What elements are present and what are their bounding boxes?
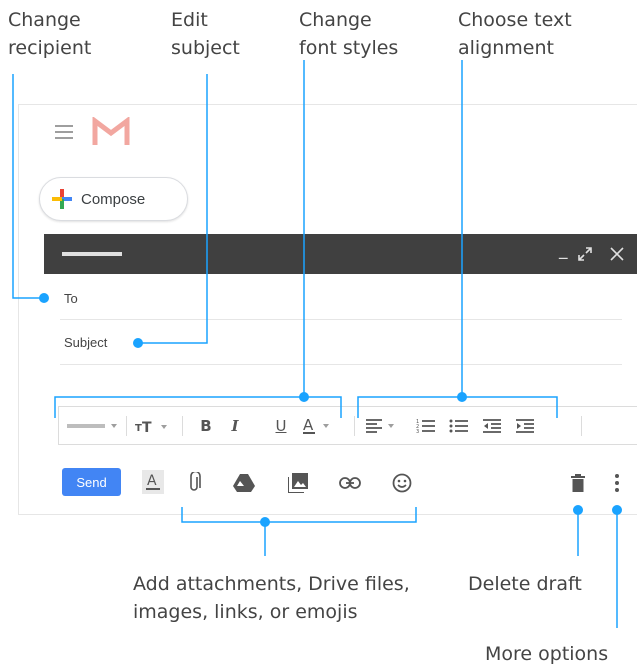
bulleted-list-icon[interactable] bbox=[447, 407, 471, 444]
compose-titlebar[interactable]: _ bbox=[44, 234, 637, 274]
svg-text:A: A bbox=[303, 416, 314, 434]
callout-more-options: More options bbox=[485, 643, 609, 665]
callout-edit-subject: Edit subject bbox=[171, 6, 240, 62]
hamburger-icon[interactable] bbox=[55, 125, 73, 139]
callout-change-recipient: Change recipient bbox=[8, 6, 91, 62]
svg-text:T: T bbox=[142, 420, 152, 434]
callout-font-styles: Change font styles bbox=[299, 6, 398, 62]
compose-title-placeholder bbox=[62, 252, 122, 256]
expand-icon[interactable] bbox=[578, 247, 592, 261]
toolbar-separator bbox=[182, 416, 183, 436]
callout-attachments: Add attachments, Drive files, images, li… bbox=[133, 570, 410, 626]
attach-file-icon[interactable] bbox=[184, 470, 204, 496]
indent-more-icon[interactable] bbox=[513, 407, 537, 444]
callout-text-alignment: Choose text alignment bbox=[458, 6, 572, 62]
bold-icon[interactable]: B bbox=[195, 407, 217, 444]
callout-line: recipient bbox=[8, 37, 92, 59]
more-options-icon[interactable] bbox=[610, 470, 624, 496]
divider bbox=[60, 364, 622, 365]
align-icon[interactable] bbox=[364, 407, 402, 444]
underline-icon[interactable]: U bbox=[270, 407, 292, 444]
formatting-toolbar: TT B I U A 123 bbox=[58, 406, 637, 445]
minimize-icon[interactable]: _ bbox=[559, 240, 568, 260]
delete-icon[interactable] bbox=[568, 470, 588, 496]
subject-field-label[interactable]: Subject bbox=[64, 335, 107, 350]
indent-less-icon[interactable] bbox=[480, 407, 504, 444]
compose-label: Compose bbox=[81, 190, 146, 208]
toolbar-separator bbox=[354, 416, 355, 436]
gmail-logo-icon[interactable] bbox=[92, 117, 130, 147]
compose-plus-icon bbox=[52, 189, 72, 209]
emoji-icon[interactable] bbox=[390, 470, 414, 496]
svg-text:3: 3 bbox=[416, 429, 419, 434]
callout-line: font styles bbox=[299, 37, 399, 59]
callout-line: subject bbox=[171, 37, 240, 59]
send-button[interactable]: Send bbox=[62, 468, 121, 496]
callout-line: Add attachments, Drive files, bbox=[133, 573, 410, 595]
toolbar-separator bbox=[581, 416, 582, 436]
toolbar-separator bbox=[126, 416, 127, 436]
callout-line: Choose text bbox=[458, 9, 572, 31]
divider bbox=[60, 319, 622, 320]
callout-line: Change bbox=[299, 9, 372, 31]
italic-icon[interactable]: I bbox=[224, 407, 246, 444]
insert-link-icon[interactable] bbox=[337, 472, 363, 494]
callout-line: Edit bbox=[171, 9, 208, 31]
svg-text:T: T bbox=[135, 423, 142, 434]
compose-button[interactable]: Compose bbox=[39, 177, 188, 221]
formatting-options-icon[interactable]: A bbox=[140, 468, 166, 496]
drive-icon[interactable] bbox=[231, 472, 257, 494]
to-field-label[interactable]: To bbox=[64, 291, 78, 306]
text-size-icon[interactable]: TT bbox=[133, 407, 173, 444]
close-icon[interactable] bbox=[610, 247, 624, 261]
svg-text:A: A bbox=[147, 473, 157, 489]
callout-line: images, links, or emojis bbox=[133, 601, 358, 623]
callout-delete-draft: Delete draft bbox=[468, 573, 582, 595]
text-color-icon[interactable]: A bbox=[301, 407, 335, 444]
callout-line: Change bbox=[8, 9, 81, 31]
numbered-list-icon[interactable]: 123 bbox=[414, 407, 438, 444]
compose-window: _ To Subject TT B I U A 123 bbox=[44, 234, 637, 512]
font-face-icon[interactable] bbox=[67, 407, 119, 444]
insert-photo-icon[interactable] bbox=[287, 470, 309, 496]
callout-line: alignment bbox=[458, 37, 554, 59]
